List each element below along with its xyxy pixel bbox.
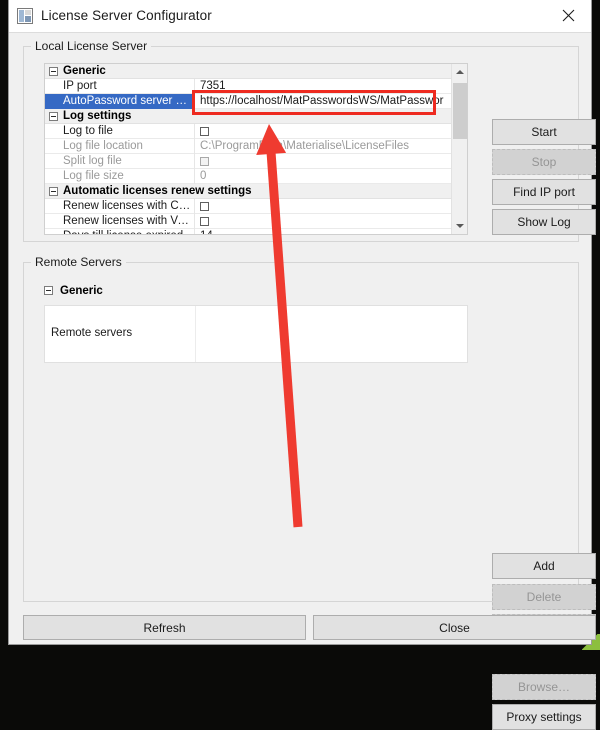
- property-row[interactable]: Log file size0: [45, 169, 467, 184]
- window-title: License Server Configurator: [41, 8, 212, 23]
- checkbox-icon[interactable]: [200, 127, 209, 136]
- collapse-toggle-icon[interactable]: [44, 286, 53, 295]
- property-name: IP port: [45, 79, 195, 94]
- property-row[interactable]: Renew licenses with CC-key: [45, 199, 467, 214]
- local-license-server-legend: Local License Server: [31, 39, 151, 53]
- property-name: Split log file: [45, 154, 195, 169]
- scrollbar-thumb[interactable]: [453, 83, 467, 139]
- stop-button: Stop: [492, 149, 596, 175]
- close-button[interactable]: Close: [313, 615, 596, 640]
- property-value[interactable]: [195, 199, 467, 214]
- remote-servers-row-label: Remote servers: [51, 327, 132, 339]
- property-category-label: Generic: [63, 65, 106, 77]
- property-category-row[interactable]: Automatic licenses renew settings: [45, 184, 467, 199]
- property-row[interactable]: Renew licenses with Vouch...: [45, 214, 467, 229]
- property-row[interactable]: Log to file: [45, 124, 467, 139]
- column-divider: [195, 306, 196, 362]
- property-category-row[interactable]: Log settings: [45, 109, 467, 124]
- collapse-toggle-icon[interactable]: [49, 187, 58, 196]
- property-name: Renew licenses with Vouch...: [45, 214, 195, 229]
- remote-generic-category[interactable]: Generic: [44, 283, 103, 299]
- property-value[interactable]: 14: [195, 229, 467, 236]
- find-ip-port-button[interactable]: Find IP port: [492, 179, 596, 205]
- local-property-grid[interactable]: Generic IP port7351AutoPassword server UR…: [44, 63, 468, 235]
- add-button[interactable]: Add: [492, 553, 596, 579]
- start-button[interactable]: Start: [492, 119, 596, 145]
- property-name: AutoPassword server URL: [45, 94, 195, 109]
- local-license-server-group: Local License Server GenericIP port7351A…: [23, 46, 579, 242]
- property-value[interactable]: [195, 214, 467, 229]
- property-value[interactable]: 0: [195, 169, 467, 184]
- property-row[interactable]: Days till license expired14: [45, 229, 467, 235]
- property-row[interactable]: Split log file: [45, 154, 467, 169]
- checkbox-icon[interactable]: [200, 202, 209, 211]
- property-row[interactable]: IP port7351: [45, 79, 467, 94]
- browse-button: Browse…: [492, 674, 596, 700]
- scroll-down-button[interactable]: [452, 218, 468, 234]
- property-category-label: Automatic licenses renew settings: [63, 185, 252, 197]
- property-name: Log file size: [45, 169, 195, 184]
- property-value[interactable]: [195, 154, 467, 169]
- property-value[interactable]: 7351: [195, 79, 467, 94]
- delete-button: Delete: [492, 584, 596, 610]
- collapse-toggle-icon[interactable]: [49, 67, 58, 76]
- remote-servers-group: Remote Servers Generic Remote servers Ad…: [23, 262, 579, 602]
- scroll-up-button[interactable]: [452, 64, 468, 80]
- license-server-configurator-window: License Server Configurator Local Licens…: [8, 0, 592, 645]
- app-icon: [17, 8, 33, 24]
- property-value[interactable]: [195, 124, 467, 139]
- remote-category-label: Generic: [60, 285, 103, 297]
- property-row[interactable]: AutoPassword server URLhttps://localhost…: [45, 94, 467, 109]
- property-value[interactable]: https://localhost/MatPasswordsWS/MatPass…: [195, 94, 467, 109]
- checkbox-icon[interactable]: [200, 217, 209, 226]
- property-name: Log file location: [45, 139, 195, 154]
- property-name: Days till license expired: [45, 229, 195, 236]
- remote-servers-legend: Remote Servers: [31, 255, 126, 269]
- property-category-row[interactable]: Generic: [45, 64, 467, 79]
- property-grid-rows: Generic IP port7351AutoPassword server UR…: [45, 64, 467, 235]
- property-grid-scrollbar[interactable]: [451, 64, 467, 234]
- property-category-label: Log settings: [63, 110, 131, 122]
- close-icon: [562, 9, 575, 22]
- property-value[interactable]: C:\ProgramData\Materialise\LicenseFiles: [195, 139, 467, 154]
- collapse-toggle-icon[interactable]: [49, 112, 58, 121]
- chevron-down-icon: [456, 224, 464, 228]
- proxy-settings-button[interactable]: Proxy settings: [492, 704, 596, 730]
- show-log-button[interactable]: Show Log: [492, 209, 596, 235]
- remote-servers-list[interactable]: Remote servers: [44, 305, 468, 363]
- property-row[interactable]: Log file locationC:\ProgramData\Material…: [45, 139, 467, 154]
- property-name: Log to file: [45, 124, 195, 139]
- checkbox-icon[interactable]: [200, 157, 209, 166]
- chevron-up-icon: [456, 70, 464, 74]
- refresh-button[interactable]: Refresh: [23, 615, 306, 640]
- title-bar: License Server Configurator: [9, 0, 591, 33]
- close-window-button[interactable]: [545, 0, 591, 31]
- property-name: Renew licenses with CC-key: [45, 199, 195, 214]
